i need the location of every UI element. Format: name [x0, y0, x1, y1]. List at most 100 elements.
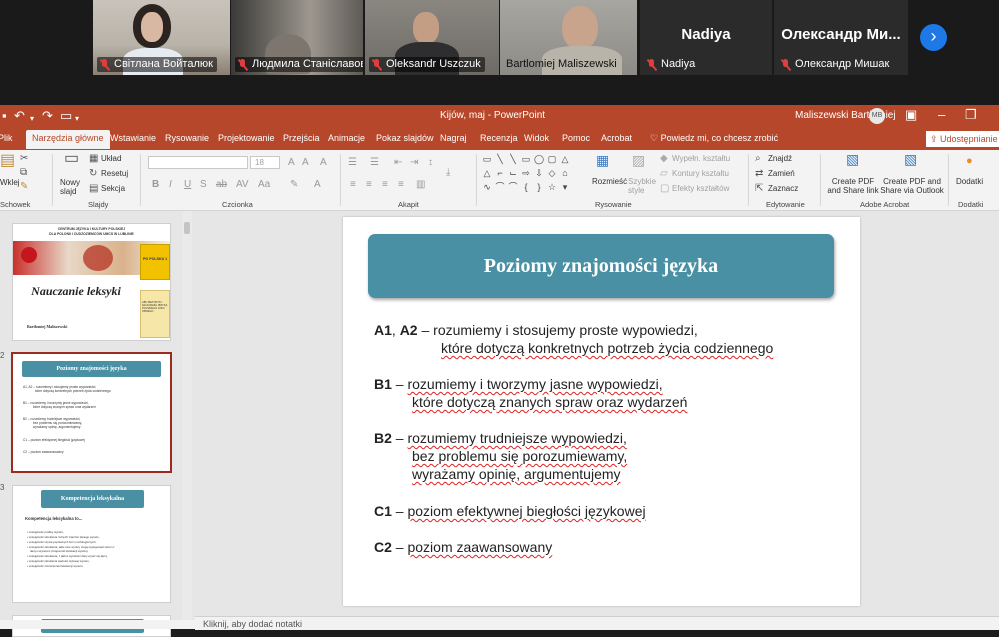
tell-me-search[interactable]: ♡ Powiedz mi, co chcesz zrobić [650, 133, 778, 144]
customize-toolbar-icon[interactable]: ▾ [75, 112, 79, 126]
shape-star-icon[interactable]: ☆ [547, 182, 557, 192]
create-pdf-outlook-button[interactable]: Create PDF and Share via Outlook [880, 177, 944, 195]
reset-button[interactable]: Resetuj [101, 169, 128, 178]
font-color-icon[interactable]: A [314, 180, 321, 190]
next-participants-button[interactable]: › [920, 24, 947, 51]
line-spacing-icon[interactable]: ↕ [428, 158, 433, 168]
new-slide-icon[interactable]: ▭ [64, 151, 79, 167]
underline-icon[interactable]: U [184, 180, 191, 190]
level-b1-line2[interactable]: które dotyczą znanych spraw oraz wydarze… [412, 394, 687, 410]
copy-icon[interactable]: ⧉ [20, 168, 27, 178]
shape-outline-button[interactable]: Kontury kształtu [672, 169, 729, 178]
ribbon-display-icon[interactable]: ▣ [905, 107, 917, 123]
tab-view[interactable]: Widok [524, 133, 549, 143]
level-c2-line1[interactable]: C2 – poziom zaawansowany [374, 539, 552, 555]
align-left-icon[interactable]: ≡ [350, 180, 356, 190]
save-icon[interactable]: ▪ [2, 109, 7, 123]
shape-cylinder-icon[interactable]: ⌂ [560, 168, 570, 178]
thumbnails-scrollbar[interactable] [182, 211, 192, 620]
level-c1-line1[interactable]: C1 – poziom efektywnej biegłości językow… [374, 503, 646, 519]
decrease-font-icon[interactable]: A [302, 158, 309, 168]
arrange-icon[interactable]: ▦ [596, 153, 609, 167]
level-a1-a2-line2[interactable]: które dotyczą konkretnych potrzeb życia … [441, 340, 773, 356]
change-case-icon[interactable]: Aa [258, 180, 270, 190]
gallery-more-icon[interactable]: ▾ [560, 182, 570, 192]
shape-arrow-icon[interactable]: ⇨ [521, 168, 531, 178]
shape-curve-icon[interactable]: ∿ [482, 182, 492, 192]
arrange-button[interactable]: Rozmieść [592, 177, 627, 186]
participant-tile[interactable]: Людмила Станіславова [231, 0, 363, 75]
increase-font-icon[interactable]: A [288, 158, 295, 168]
tab-slideshow[interactable]: Pokaz slajdów [376, 133, 434, 143]
quick-styles-icon[interactable]: ▨ [632, 153, 645, 167]
create-pdf-icon[interactable]: ▧ [846, 152, 859, 166]
notes-pane[interactable]: Kliknij, aby dodać notatki [195, 616, 999, 630]
find-button[interactable]: Znajdź [768, 154, 792, 163]
level-b1-line1[interactable]: B1 – rozumiemy i tworzymy jasne wypowied… [374, 376, 663, 392]
shape-oval-icon[interactable]: ◯ [534, 154, 544, 164]
create-pdf-outlook-icon[interactable]: ▧ [904, 152, 917, 166]
current-slide[interactable]: Poziomy znajomości języka A1, A2 – rozum… [343, 217, 860, 606]
dropdown-icon[interactable]: ▾ [30, 112, 34, 126]
share-button[interactable]: ⇪ Udostępnianie [926, 131, 999, 147]
shape-triangle-icon[interactable]: △ [560, 154, 570, 164]
addins-icon[interactable]: ● [966, 156, 973, 167]
avatar[interactable]: MB [869, 108, 885, 124]
shape-line-icon[interactable]: ╲ [495, 154, 505, 164]
participant-tile[interactable]: Oleksandr Uszczuk [365, 0, 499, 75]
paste-icon[interactable]: ▤ [0, 153, 15, 169]
participant-tile[interactable]: Nadiya Nadiya [640, 0, 772, 75]
strikethrough-icon[interactable]: ab [216, 180, 227, 190]
slide-title-banner[interactable]: Poziomy znajomości języka [368, 234, 834, 298]
tab-acrobat[interactable]: Acrobat [601, 133, 632, 143]
minimize-icon[interactable]: – [938, 107, 945, 122]
shape-connector-icon[interactable]: ⌐ [495, 168, 505, 178]
decrease-indent-icon[interactable]: ⇤ [394, 158, 402, 168]
level-b2-line3[interactable]: wyrażamy opinię, argumentujemy [412, 466, 621, 482]
tab-draw[interactable]: Rysowanie [165, 133, 209, 143]
increase-indent-icon[interactable]: ⇥ [410, 158, 418, 168]
align-center-icon[interactable]: ≡ [366, 180, 372, 190]
select-button[interactable]: Zaznacz [768, 184, 798, 193]
slide-thumbnail-2[interactable]: Poziomy znajomości języka A1, A2 – rozum… [11, 352, 172, 473]
tab-insert[interactable]: Wstawianie [110, 133, 156, 143]
shape-rounded-rect-icon[interactable]: ▢ [547, 154, 557, 164]
shape-rectangle-icon[interactable]: ▭ [521, 154, 531, 164]
paste-button[interactable]: Wklej [0, 178, 20, 187]
shape-octagon-icon[interactable]: ◇ [547, 168, 557, 178]
addins-button[interactable]: Dodatki [956, 177, 983, 186]
shape-brace-icon[interactable]: } [534, 182, 544, 192]
bullets-icon[interactable]: ☰ [348, 158, 357, 168]
shape-arc-icon[interactable]: ⌒ [508, 182, 518, 192]
font-name-select[interactable] [148, 156, 248, 169]
tab-animations[interactable]: Animacje [328, 133, 365, 143]
shape-connector-icon[interactable]: ⌙ [508, 168, 518, 178]
new-slide-button[interactable]: Nowy slajd [60, 178, 88, 196]
restore-icon[interactable]: ❐ [965, 107, 977, 123]
tab-home[interactable]: Narzędzia główne [26, 130, 110, 149]
undo-icon[interactable]: ↶ [14, 109, 25, 123]
slideshow-icon[interactable]: ▭ [60, 109, 72, 123]
replace-button[interactable]: Zamień [768, 169, 795, 178]
italic-icon[interactable]: I [169, 180, 172, 190]
font-size-select[interactable]: 18 [250, 156, 280, 169]
align-right-icon[interactable]: ≡ [382, 180, 388, 190]
participant-tile[interactable]: Олександр Ми... Олександр Мишак [774, 0, 908, 75]
tab-review[interactable]: Recenzja [480, 133, 518, 143]
justify-icon[interactable]: ≡ [398, 180, 404, 190]
participant-tile[interactable]: Світлана Войталюк [93, 0, 230, 75]
numbering-icon[interactable]: ☰ [370, 158, 379, 168]
tab-transitions[interactable]: Przejścia [283, 133, 320, 143]
columns-icon[interactable]: ▥ [416, 180, 425, 190]
clear-format-icon[interactable]: A [320, 158, 327, 168]
tab-design[interactable]: Projektowanie [218, 133, 275, 143]
create-pdf-share-link-button[interactable]: Create PDF and Share link [826, 177, 880, 195]
shape-triangle-icon[interactable]: △ [482, 168, 492, 178]
char-spacing-icon[interactable]: AV [236, 180, 249, 190]
quick-styles-button[interactable]: Szybkie style [628, 177, 658, 195]
scrollbar-thumb[interactable] [184, 222, 190, 234]
format-painter-icon[interactable]: ✎ [20, 182, 28, 192]
slide-thumbnail-1[interactable]: CENTRUM JĘZYKA I KULTURY POLSKIEJ DLA PO… [12, 223, 171, 341]
shape-fill-button[interactable]: Wypełn. kształtu [672, 154, 730, 163]
bold-icon[interactable]: B [152, 180, 159, 190]
